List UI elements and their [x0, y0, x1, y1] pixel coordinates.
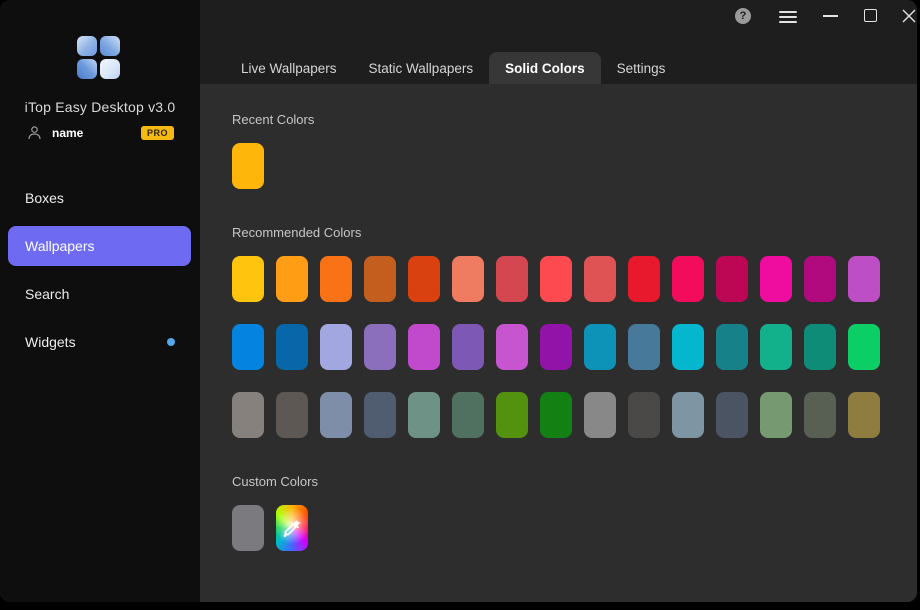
recommended-color-swatch[interactable]: [232, 324, 264, 370]
sidebar-menu: Boxes Wallpapers Search Widgets: [8, 178, 191, 370]
recommended-color-swatch[interactable]: [848, 256, 880, 302]
tab-static-wallpapers[interactable]: Static Wallpapers: [353, 52, 490, 84]
recommended-color-swatch[interactable]: [364, 324, 396, 370]
recommended-row-1: [232, 256, 917, 302]
recent-color-swatch[interactable]: [232, 143, 264, 189]
pro-badge: PRO: [141, 126, 174, 140]
recommended-color-swatch[interactable]: [320, 256, 352, 302]
sidebar-item-label: Wallpapers: [25, 238, 95, 254]
recommended-color-swatch[interactable]: [452, 324, 484, 370]
recommended-color-swatch[interactable]: [320, 324, 352, 370]
recommended-colors-grid: [232, 256, 917, 438]
recommended-color-swatch[interactable]: [408, 256, 440, 302]
hamburger-menu-icon[interactable]: [779, 11, 797, 26]
recommended-color-swatch[interactable]: [804, 324, 836, 370]
recommended-color-swatch[interactable]: [364, 256, 396, 302]
recommended-color-swatch[interactable]: [672, 392, 704, 438]
tab-bar: Live WallpapersStatic WallpapersSolid Co…: [225, 52, 681, 84]
recommended-colors-title: Recommended Colors: [232, 225, 917, 240]
recommended-row-2: [232, 324, 917, 370]
recommended-color-swatch[interactable]: [760, 392, 792, 438]
recommended-color-swatch[interactable]: [804, 256, 836, 302]
color-picker-button[interactable]: [276, 505, 308, 551]
tab-settings[interactable]: Settings: [601, 52, 682, 84]
recommended-color-swatch[interactable]: [628, 392, 660, 438]
recommended-color-swatch[interactable]: [232, 392, 264, 438]
tab-solid-colors[interactable]: Solid Colors: [489, 52, 601, 84]
recommended-color-swatch[interactable]: [848, 324, 880, 370]
sidebar-item-wallpapers[interactable]: Wallpapers: [8, 226, 191, 266]
recommended-color-swatch[interactable]: [804, 392, 836, 438]
user-name: name: [52, 126, 83, 140]
maximize-icon[interactable]: [864, 9, 877, 22]
user-row: name PRO: [28, 124, 174, 142]
notification-dot: [167, 338, 175, 346]
recommended-color-swatch[interactable]: [628, 256, 660, 302]
recent-colors-title: Recent Colors: [232, 112, 917, 127]
recommended-color-swatch[interactable]: [408, 324, 440, 370]
sidebar-item-label: Boxes: [25, 190, 64, 206]
recommended-color-swatch[interactable]: [232, 256, 264, 302]
app-window: iTop Easy Desktop v3.0 name PRO Boxes Wal…: [0, 0, 917, 602]
close-icon[interactable]: [901, 8, 917, 24]
recommended-color-swatch[interactable]: [496, 324, 528, 370]
recommended-color-swatch[interactable]: [584, 324, 616, 370]
app-title: iTop Easy Desktop v3.0: [0, 99, 200, 115]
recommended-color-swatch[interactable]: [408, 392, 440, 438]
recommended-color-swatch[interactable]: [672, 256, 704, 302]
user-icon: [28, 126, 41, 140]
recommended-color-swatch[interactable]: [848, 392, 880, 438]
recommended-color-swatch[interactable]: [540, 324, 572, 370]
recommended-color-swatch[interactable]: [760, 324, 792, 370]
recommended-color-swatch[interactable]: [320, 392, 352, 438]
recommended-color-swatch[interactable]: [452, 392, 484, 438]
recommended-color-swatch[interactable]: [496, 392, 528, 438]
recommended-color-swatch[interactable]: [716, 324, 748, 370]
tab-live-wallpapers[interactable]: Live Wallpapers: [225, 52, 353, 84]
title-bar: Live WallpapersStatic WallpapersSolid Co…: [200, 0, 917, 84]
app-logo-icon: [77, 36, 120, 79]
recommended-color-swatch[interactable]: [628, 324, 660, 370]
recommended-row-3: [232, 392, 917, 438]
recommended-color-swatch[interactable]: [364, 392, 396, 438]
recommended-color-swatch[interactable]: [716, 256, 748, 302]
recommended-color-swatch[interactable]: [540, 256, 572, 302]
sidebar-item-widgets[interactable]: Widgets: [8, 322, 191, 362]
help-icon[interactable]: ?: [735, 8, 751, 24]
recommended-color-swatch[interactable]: [496, 256, 528, 302]
custom-colors-row: [232, 505, 917, 551]
recommended-color-swatch[interactable]: [760, 256, 792, 302]
sidebar-item-label: Widgets: [25, 334, 76, 350]
recommended-color-swatch[interactable]: [716, 392, 748, 438]
solid-colors-panel: Recent Colors Recommended Colors Custom …: [200, 84, 917, 602]
recommended-color-swatch[interactable]: [276, 392, 308, 438]
minimize-icon[interactable]: [823, 15, 838, 17]
sidebar: iTop Easy Desktop v3.0 name PRO Boxes Wal…: [0, 0, 200, 602]
recommended-color-swatch[interactable]: [584, 392, 616, 438]
recommended-color-swatch[interactable]: [452, 256, 484, 302]
recommended-color-swatch[interactable]: [672, 324, 704, 370]
recent-colors-row: [232, 143, 917, 189]
sidebar-item-search[interactable]: Search: [8, 274, 191, 314]
recommended-color-swatch[interactable]: [540, 392, 572, 438]
recommended-color-swatch[interactable]: [276, 256, 308, 302]
custom-colors-title: Custom Colors: [232, 474, 917, 489]
main-area: Live WallpapersStatic WallpapersSolid Co…: [200, 0, 917, 602]
recommended-color-swatch[interactable]: [584, 256, 616, 302]
sidebar-item-boxes[interactable]: Boxes: [8, 178, 191, 218]
custom-color-swatch[interactable]: [232, 505, 264, 551]
sidebar-item-label: Search: [25, 286, 69, 302]
recommended-color-swatch[interactable]: [276, 324, 308, 370]
eyedropper-icon: [282, 518, 302, 538]
